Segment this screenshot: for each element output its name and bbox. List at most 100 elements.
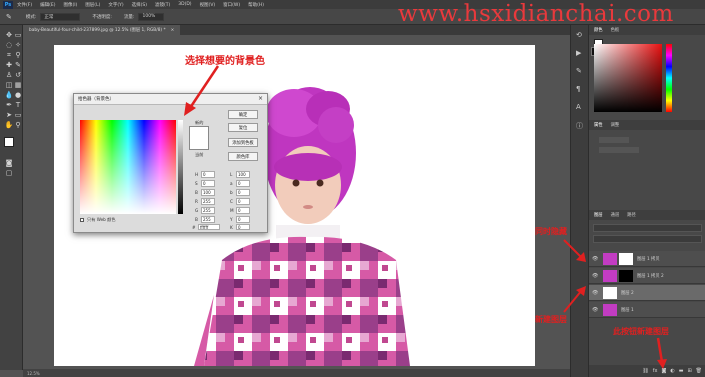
- annotation-arrow: [184, 65, 220, 116]
- new-layer-icon[interactable]: ⊞: [687, 368, 691, 374]
- character-panel-icon[interactable]: A: [576, 103, 581, 111]
- layer-row[interactable]: 👁 图层 1: [589, 302, 705, 318]
- web-only-checkbox[interactable]: [80, 218, 84, 222]
- l-field[interactable]: 100: [236, 171, 250, 178]
- adjustment-layer-icon[interactable]: ◐: [670, 368, 674, 374]
- hex-field[interactable]: ffffff: [198, 224, 220, 230]
- brush-tool-icon[interactable]: ✎: [13, 61, 23, 69]
- layer-row[interactable]: 👁 图层 1 拷贝: [589, 251, 705, 267]
- c-field[interactable]: 0: [236, 198, 250, 205]
- right-panels: 颜色 色板 属性 调整 图层 通道 路径 👁 图层 1 拷贝 👁 图层 1 拷贝…: [588, 25, 705, 377]
- b2-field[interactable]: 255: [201, 216, 215, 223]
- s-field[interactable]: 0: [201, 180, 215, 187]
- menu-image[interactable]: 图像(I): [63, 2, 77, 8]
- gradient-tool-icon[interactable]: ▦: [13, 81, 23, 89]
- zoom-tool-icon[interactable]: ⚲: [13, 121, 23, 129]
- menu-window[interactable]: 窗口(W): [223, 2, 240, 8]
- history-brush-icon[interactable]: ↺: [13, 71, 23, 79]
- properties-row: [599, 147, 639, 153]
- a-field[interactable]: 0: [236, 180, 250, 187]
- tab-adjustments[interactable]: 调整: [611, 122, 620, 128]
- group-icon[interactable]: ▬: [679, 368, 684, 374]
- panel-icon-strip: ⟲ ▶ ✎ ¶ A ⓘ: [570, 25, 588, 377]
- menu-view[interactable]: 视图(V): [200, 2, 216, 8]
- link-layers-icon[interactable]: ⛓: [642, 368, 648, 374]
- layer-thumbnail: [603, 270, 617, 282]
- close-tab-icon[interactable]: ×: [171, 28, 175, 33]
- properties-panel-tabs: 属性 调整: [589, 120, 705, 130]
- color-spectrum-field[interactable]: [80, 120, 176, 214]
- marquee-tool-icon[interactable]: ▭: [13, 31, 23, 39]
- toolbox: ✥ ▭ ◌ ✧ ⌗ ⚲ ✚ ✎ ♙ ↺ ◫ ▦ 💧 ● ✒ T ➤ ▭ ✋ ⚲ …: [0, 25, 23, 370]
- tab-swatches[interactable]: 色板: [611, 27, 620, 33]
- delete-layer-icon[interactable]: 🗑: [696, 368, 702, 374]
- layer-mask-thumbnail: [619, 253, 633, 265]
- flow-label: 流量:: [123, 14, 135, 20]
- color-libraries-button[interactable]: 颜色库: [228, 152, 258, 161]
- paragraph-panel-icon[interactable]: ¶: [576, 85, 580, 93]
- visibility-eye-icon[interactable]: 👁: [592, 290, 598, 296]
- layer-name: 图层 1: [621, 308, 634, 313]
- layers-bottom-bar: ⛓ fx ◙ ◐ ▬ ⊞ 🗑: [589, 365, 705, 377]
- reset-button[interactable]: 复位: [228, 123, 258, 132]
- quick-mask-icon[interactable]: ◙: [4, 159, 14, 167]
- r-field[interactable]: 255: [201, 198, 215, 205]
- layer-row-selected[interactable]: 👁 图层 2: [589, 285, 705, 301]
- h-field[interactable]: 0: [201, 171, 215, 178]
- tool-preset-icon[interactable]: ✎: [6, 13, 12, 21]
- zoom-level[interactable]: 12.5%: [27, 371, 40, 376]
- b-field[interactable]: 100: [201, 189, 215, 196]
- screen-mode-icon[interactable]: ▢: [4, 169, 14, 177]
- actions-panel-icon[interactable]: ▶: [576, 49, 581, 57]
- y-field[interactable]: 0: [236, 216, 250, 223]
- close-icon[interactable]: ×: [258, 95, 263, 102]
- add-to-swatches-button[interactable]: 添加到色板: [228, 138, 258, 147]
- photoshop-logo[interactable]: Ps: [3, 0, 13, 9]
- visibility-eye-icon[interactable]: 👁: [592, 273, 598, 279]
- lab-b-field[interactable]: 0: [236, 189, 250, 196]
- brightness-slider[interactable]: [178, 120, 183, 214]
- mode-select[interactable]: 正常: [40, 12, 81, 21]
- visibility-eye-icon[interactable]: 👁: [592, 256, 598, 262]
- info-panel-icon[interactable]: ⓘ: [576, 121, 583, 131]
- layer-mask-thumbnail: [619, 270, 633, 282]
- menu-3d[interactable]: 3D(D): [178, 2, 191, 7]
- tab-properties[interactable]: 属性: [594, 122, 603, 128]
- tab-channels[interactable]: 通道: [611, 212, 620, 218]
- brush-panel-icon[interactable]: ✎: [576, 67, 582, 75]
- flow-field[interactable]: 100%: [138, 12, 165, 21]
- g-field[interactable]: 255: [201, 207, 215, 214]
- history-panel-icon[interactable]: ⟲: [576, 31, 582, 39]
- type-tool-icon[interactable]: T: [13, 101, 23, 109]
- quick-select-tool-icon[interactable]: ✧: [13, 41, 23, 49]
- document-tab[interactable]: baby-Beautiful-four-child-237899.jpg @ 1…: [23, 25, 181, 35]
- annotation-arrow: [563, 239, 586, 262]
- layer-row[interactable]: 👁 图层 1 拷贝 2: [589, 268, 705, 284]
- tab-layers[interactable]: 图层: [594, 212, 603, 218]
- tab-color[interactable]: 颜色: [594, 27, 603, 33]
- layer-filter-bar[interactable]: [593, 224, 702, 232]
- menu-select[interactable]: 选择(S): [132, 2, 147, 8]
- m-field[interactable]: 0: [236, 207, 250, 214]
- color-field[interactable]: [594, 44, 662, 112]
- blend-mode-bar[interactable]: [593, 235, 702, 243]
- menu-help[interactable]: 帮助(H): [248, 2, 264, 8]
- document-title: baby-Beautiful-four-child-237899.jpg @ 1…: [29, 28, 166, 33]
- hue-slider[interactable]: [666, 44, 672, 112]
- foreground-color-swatch[interactable]: [4, 137, 14, 147]
- tab-paths[interactable]: 路径: [627, 212, 636, 218]
- properties-row: [599, 137, 629, 143]
- eyedropper-tool-icon[interactable]: ⚲: [13, 51, 23, 59]
- visibility-eye-icon[interactable]: 👁: [592, 307, 598, 313]
- shape-tool-icon[interactable]: ▭: [13, 111, 23, 119]
- menu-filter[interactable]: 滤镜(T): [155, 2, 170, 8]
- menu-layer[interactable]: 图层(L): [85, 2, 100, 8]
- menu-edit[interactable]: 编辑(E): [40, 2, 55, 8]
- k-field[interactable]: 0: [236, 224, 250, 230]
- layers-panel-tabs: 图层 通道 路径: [589, 210, 705, 220]
- current-label: 当前: [195, 152, 204, 157]
- menu-file[interactable]: 文件(F): [17, 2, 32, 8]
- dodge-tool-icon[interactable]: ●: [13, 91, 23, 99]
- menu-type[interactable]: 文字(Y): [108, 2, 123, 8]
- status-bar: 12.5%: [23, 369, 570, 377]
